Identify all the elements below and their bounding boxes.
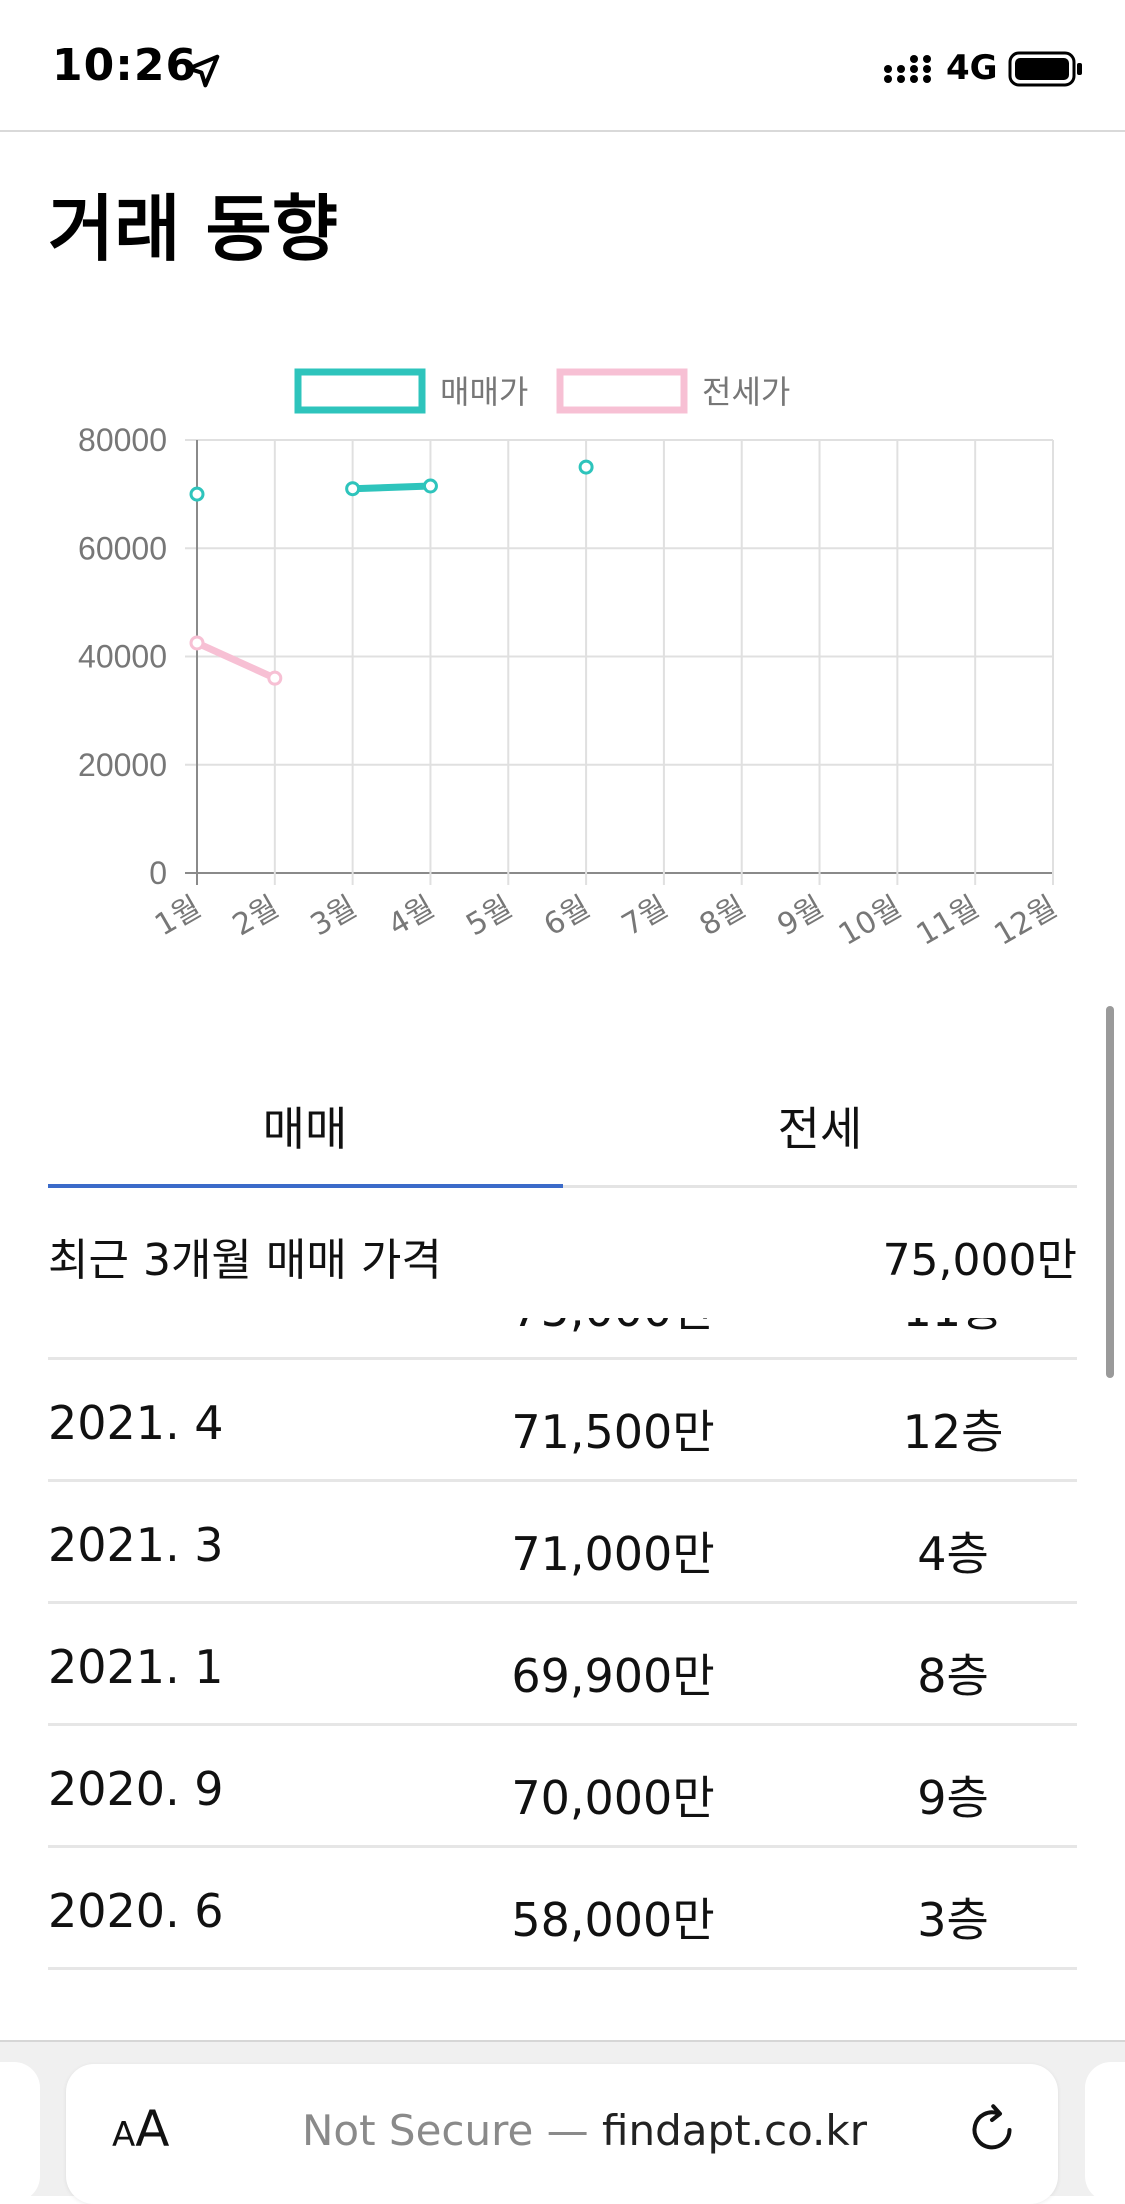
y-tick-label: 60000 <box>78 530 167 566</box>
table-row: 2020. 6 58,000만 3층 <box>48 1848 1077 1970</box>
x-tick-label: 12월 <box>989 890 1063 953</box>
row-date: 2020. 6 <box>48 1884 224 1938</box>
cellular-signal-icon <box>884 52 934 88</box>
browser-bottom-bar: AA Not Secure — findapt.co.kr <box>0 2040 1125 2204</box>
battery-icon <box>1008 50 1084 92</box>
active-tab-indicator <box>48 1184 563 1188</box>
row-date: 2021. 3 <box>48 1518 224 1572</box>
table-row: 2021. 4 71,500만 12층 <box>48 1360 1077 1482</box>
price-trend-chart: 80000 60000 40000 20000 0 1월 2월 3월 4월 5월 6월 7월 8월 9월 1… <box>0 340 1125 960</box>
data-point <box>578 459 594 475</box>
x-tick-label: 3월 <box>305 890 363 944</box>
row-date: 2020. 9 <box>48 1762 224 1816</box>
y-tick-label: 0 <box>149 855 167 891</box>
x-tick-label: 11월 <box>911 890 985 953</box>
table-row: 2021. 1 69,900만 8층 <box>48 1604 1077 1726</box>
x-tick-label: 2월 <box>227 890 285 944</box>
status-time: 10:26 <box>52 40 198 91</box>
status-bar: 10:26 4G <box>0 0 1125 132</box>
data-point <box>422 478 438 494</box>
row-date: 2021. 1 <box>48 1640 224 1694</box>
x-tick-label: 9월 <box>772 890 830 944</box>
data-point <box>189 635 205 651</box>
aa-big-label: A <box>135 2100 170 2158</box>
row-floor: 8층 <box>917 1649 989 1703</box>
row-price: 71,000만 <box>511 1527 715 1581</box>
page-title: 거래 동향 <box>48 187 339 271</box>
legend-swatch <box>556 368 688 414</box>
series-line-segment <box>193 639 279 682</box>
row-price: 70,000만 <box>511 1771 715 1825</box>
row-floor: 9층 <box>917 1771 989 1825</box>
security-label: Not Secure — <box>302 2106 603 2155</box>
row-date: 2021. 4 <box>48 1396 224 1450</box>
row-price: 71,500만 <box>511 1405 715 1459</box>
data-point <box>189 486 205 502</box>
x-tick-label: 6월 <box>538 890 596 944</box>
row-price: 75,000만 <box>478 1318 748 1340</box>
tab-lease[interactable]: 전세 <box>563 1070 1077 1188</box>
legend-label: 매매가 <box>440 373 528 411</box>
row-date: 2021.6 <box>48 1318 209 1328</box>
row-price: 58,000만 <box>511 1893 715 1947</box>
x-tick-label: 4월 <box>383 890 441 944</box>
tab-sale[interactable]: 매매 <box>48 1070 562 1188</box>
tab-bar: 매매 전세 <box>48 1070 1077 1188</box>
previous-tab-card[interactable] <box>0 2062 40 2202</box>
row-price: 69,900만 <box>511 1649 715 1703</box>
legend-label: 전세가 <box>702 373 790 411</box>
reload-icon[interactable] <box>962 2100 1022 2164</box>
x-tick-label: 10월 <box>833 890 907 953</box>
chart-svg: 8000060000400002000001월 2월 3월 4월 5월 6월 7월 8월 9월 1… <box>78 368 1063 953</box>
series-line-segment <box>349 482 434 493</box>
next-tab-card[interactable] <box>1085 2062 1125 2202</box>
x-tick-label: 1월 <box>149 890 207 944</box>
row-floor: 3층 <box>917 1893 989 1947</box>
recent-price-label: 최근 3개월 매매 가격 <box>48 1235 442 1286</box>
x-tick-label: 5월 <box>460 890 518 944</box>
table-row: 2020. 9 70,000만 9층 <box>48 1726 1077 1848</box>
recent-price-value: 75,000만 <box>882 1235 1077 1286</box>
table-row: 2021.6 75,000만 11층 <box>48 1318 1077 1360</box>
recent-price-summary: 최근 3개월 매매 가격 75,000만 <box>48 1210 1077 1300</box>
data-point <box>267 670 283 686</box>
transaction-list[interactable]: 2021.6 75,000만 11층 2021. 4 71,500만 12층 2… <box>48 1318 1077 2018</box>
row-floor: 11층 <box>828 1318 1077 1340</box>
url-domain: findapt.co.kr <box>602 2106 867 2155</box>
y-tick-label: 20000 <box>78 747 167 783</box>
y-tick-label: 40000 <box>78 639 167 675</box>
url-text[interactable]: Not Secure — findapt.co.kr <box>302 2106 867 2155</box>
location-arrow-icon <box>184 52 222 94</box>
address-bar[interactable]: AA Not Secure — findapt.co.kr <box>66 2064 1058 2204</box>
x-tick-label: 7월 <box>616 890 674 944</box>
network-label: 4G <box>946 48 998 88</box>
y-tick-label: 80000 <box>78 422 167 458</box>
aa-small-label: A <box>112 2115 136 2155</box>
data-point <box>345 481 361 497</box>
table-row: 2021. 3 71,000만 4층 <box>48 1482 1077 1604</box>
x-tick-label: 8월 <box>694 890 752 944</box>
row-floor: 4층 <box>917 1527 989 1581</box>
page-scrollbar[interactable] <box>1106 1006 1114 1378</box>
reader-options-button[interactable]: AA <box>112 2100 169 2160</box>
transaction-list-inner: 2021.6 75,000만 11층 2021. 4 71,500만 12층 2… <box>48 1318 1077 1970</box>
legend-swatch <box>294 368 426 414</box>
row-floor: 12층 <box>902 1405 1004 1459</box>
